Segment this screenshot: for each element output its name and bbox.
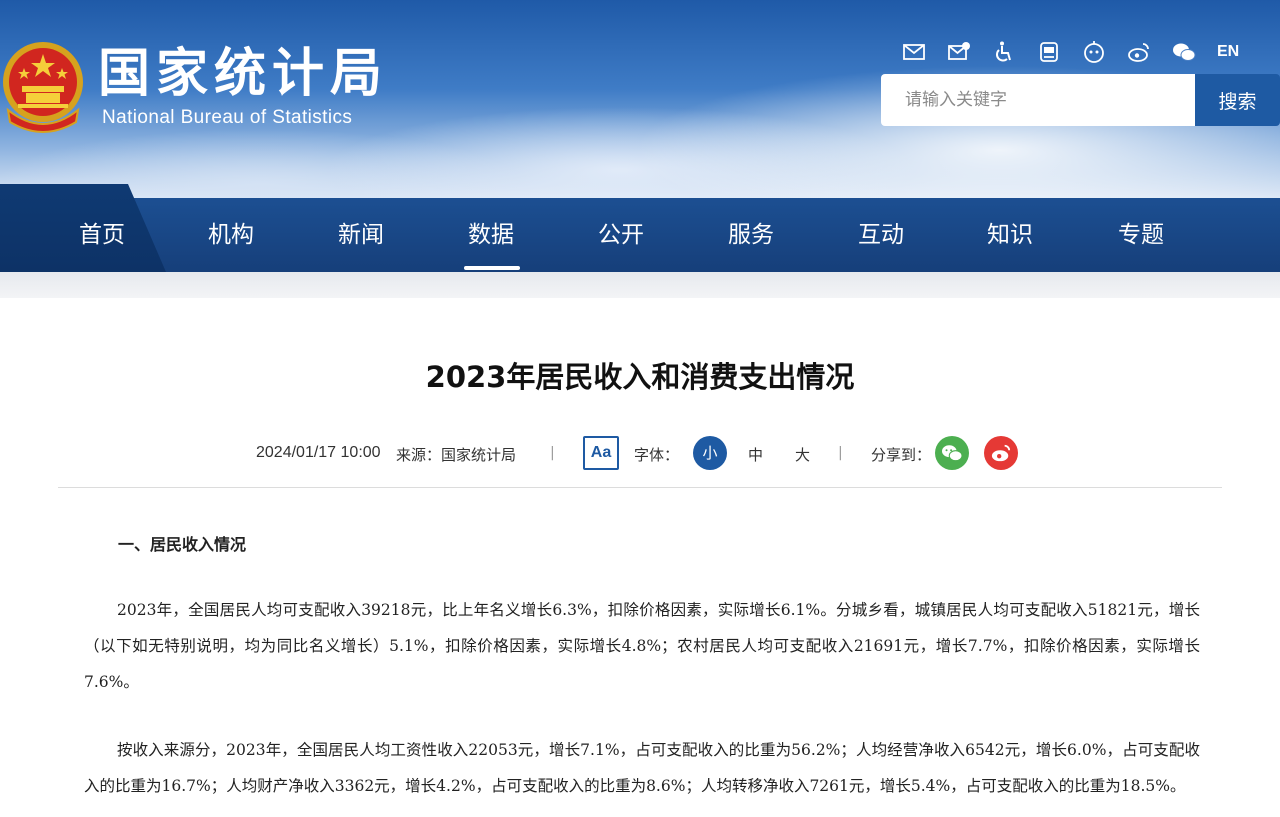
meta-separator: |	[838, 445, 843, 461]
search-button[interactable]: 搜索	[1195, 74, 1280, 126]
search-input[interactable]	[881, 74, 1197, 126]
nav-item-data[interactable]: 数据	[436, 198, 546, 272]
share-weibo-button[interactable]	[984, 436, 1018, 470]
wechat-icon[interactable]	[1170, 38, 1198, 66]
font-size-label: 字体：	[634, 446, 680, 464]
nav-active-indicator	[464, 266, 520, 270]
app-icon[interactable]	[1035, 38, 1063, 66]
font-size-large-button[interactable]: 大	[795, 444, 810, 465]
site-header: 国家统计局 National Bureau of Statistics EN 搜…	[0, 0, 1280, 198]
site-logo-cn[interactable]: 国家统计局	[98, 44, 388, 104]
nav-item-public[interactable]: 公开	[566, 198, 676, 272]
mail-icon[interactable]	[900, 38, 928, 66]
weibo-icon	[991, 444, 1011, 462]
nav-item-topics[interactable]: 专题	[1086, 198, 1196, 272]
article-source: 来源：国家统计局	[396, 446, 517, 464]
font-size-medium-button[interactable]: 中	[748, 444, 763, 465]
article: 2023年居民收入和消费支出情况 2024/01/17 10:00 来源：国家统…	[0, 298, 1280, 817]
meta-divider	[58, 487, 1222, 488]
nav-item-home[interactable]: 首页	[47, 198, 157, 272]
language-switch-en[interactable]: EN	[1217, 43, 1239, 61]
national-emblem-icon[interactable]	[0, 38, 86, 134]
publish-date: 2024/01/17 10:00	[256, 444, 381, 461]
share-label: 分享到：	[871, 446, 932, 464]
meta-separator: |	[550, 445, 555, 461]
font-toggle-button[interactable]: Aa	[583, 436, 619, 470]
share-wechat-button[interactable]	[935, 436, 969, 470]
nav-item-interaction[interactable]: 互动	[826, 198, 936, 272]
font-size-small-button[interactable]: 小	[693, 436, 727, 470]
nav-item-services[interactable]: 服务	[696, 198, 806, 272]
wechat-icon	[942, 445, 963, 462]
weibo-icon[interactable]	[1125, 38, 1153, 66]
header-tools: EN	[900, 38, 1239, 66]
robot-icon[interactable]	[1080, 38, 1108, 66]
article-meta: 2024/01/17 10:00 来源：国家统计局 | Aa 字体： 小 中 大…	[0, 436, 1280, 472]
nav-item-knowledge[interactable]: 知识	[955, 198, 1065, 272]
nav-item-organization[interactable]: 机构	[176, 198, 286, 272]
nav-item-news[interactable]: 新闻	[306, 198, 416, 272]
accessibility-icon[interactable]	[990, 38, 1018, 66]
mail-settings-icon[interactable]	[945, 38, 973, 66]
site-logo-en[interactable]: National Bureau of Statistics	[102, 107, 352, 129]
article-paragraph: 按收入来源分，2023年，全国居民人均工资性收入22053元，增长7.1%，占可…	[84, 741, 1200, 795]
section-heading: 一、居民收入情况	[118, 535, 247, 554]
article-title: 2023年居民收入和消费支出情况	[425, 360, 855, 394]
article-paragraph: 2023年，全国居民人均可支配收入39218元，比上年名义增长6.3%，扣除价格…	[84, 601, 1200, 691]
main-nav: 首页 机构 新闻 数据 公开 服务 互动 知识 专题	[0, 184, 1280, 272]
nav-shadow-band	[0, 272, 1280, 298]
